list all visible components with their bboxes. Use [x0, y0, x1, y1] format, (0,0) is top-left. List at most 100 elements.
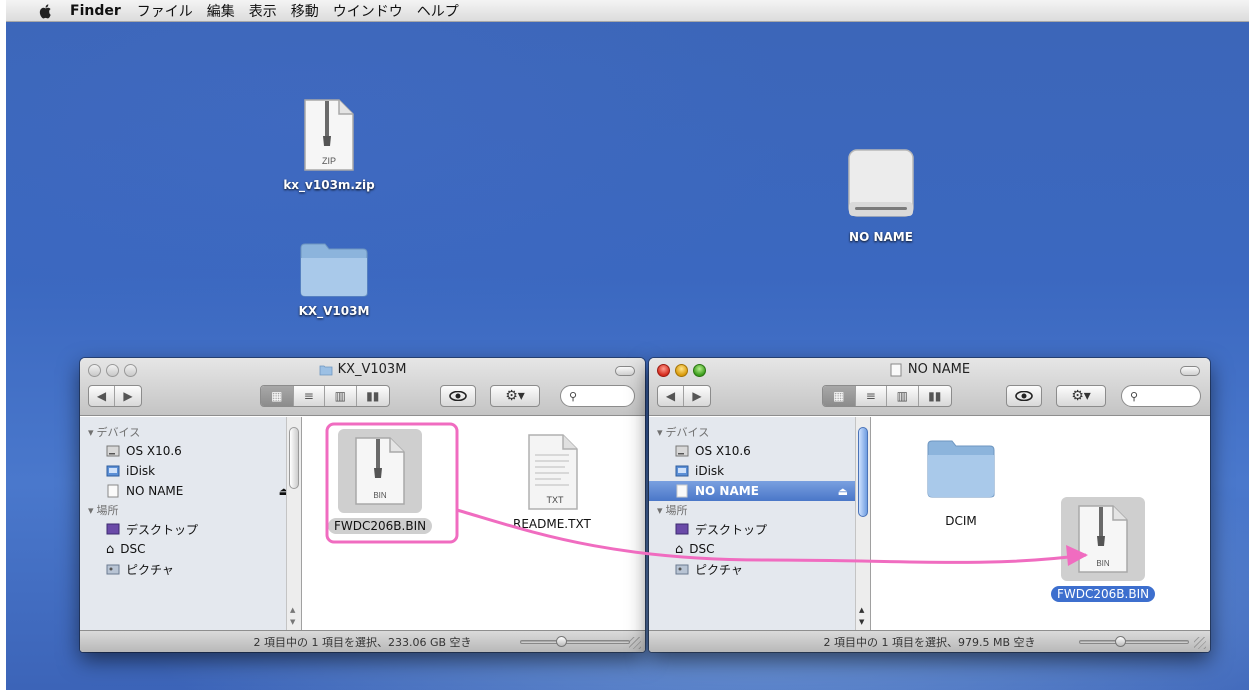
scroll-down-arrow-icon[interactable]: ▼ [290, 618, 295, 626]
view-mode-buttons[interactable]: ▦ ≡ ▥ ▮▮ [260, 385, 390, 407]
menu-file[interactable]: ファイル [137, 1, 193, 21]
finder-window-no-name[interactable]: NO NAME ◀ ▶ ▦ ≡ ▥ ▮▮ ⚙▾ ⚲ ▾ デバイス OS X10.… [649, 358, 1210, 652]
slider-knob[interactable] [556, 636, 567, 647]
list-view-icon[interactable]: ≡ [856, 386, 888, 406]
desktop-folder-icon [106, 523, 120, 535]
resize-grip-icon[interactable] [629, 637, 641, 649]
zip-badge: ZIP [322, 156, 336, 166]
view-mode-buttons[interactable]: ▦ ≡ ▥ ▮▮ [822, 385, 952, 407]
sidebar-item-label: OS X10.6 [126, 444, 182, 458]
menu-help[interactable]: ヘルプ [417, 1, 459, 21]
list-view-icon[interactable]: ≡ [294, 386, 326, 406]
file-browser-content[interactable]: DCIM BIN FWDC206B.BIN [871, 417, 1210, 630]
sidebar-header-places[interactable]: ▾ 場所 [649, 501, 870, 519]
file-browser-content[interactable]: BIN FWDC206B.BIN TXT README.TXT [302, 417, 645, 630]
back-forward-buttons[interactable]: ◀ ▶ [88, 385, 142, 407]
back-arrow-icon[interactable]: ◀ [658, 386, 685, 406]
slider-knob[interactable] [1115, 636, 1126, 647]
sidebar-item-idisk[interactable]: iDisk [80, 461, 301, 481]
sidebar-item-desktop[interactable]: デスクトップ [80, 519, 301, 539]
sidebar-item-dsc[interactable]: ⌂ DSC [649, 539, 870, 559]
sidebar-item-os[interactable]: OS X10.6 [649, 441, 870, 461]
scroll-up-arrow-icon[interactable]: ▲ [290, 606, 295, 614]
sidebar-item-pictures[interactable]: ピクチャ [649, 559, 870, 579]
desktop-folder-icon [675, 523, 689, 535]
quicklook-button[interactable] [440, 385, 476, 407]
back-arrow-icon[interactable]: ◀ [89, 386, 116, 406]
forward-arrow-icon[interactable]: ▶ [115, 386, 141, 406]
file-item-readme[interactable]: TXT README.TXT [507, 431, 597, 532]
column-view-icon[interactable]: ▥ [887, 386, 919, 406]
icon-size-slider[interactable] [520, 636, 630, 647]
desktop: Finder ファイル 編集 表示 移動 ウインドウ ヘルプ ZIP kx_v1… [6, 0, 1249, 690]
column-view-icon[interactable]: ▥ [325, 386, 357, 406]
gear-icon: ⚙▾ [505, 388, 525, 404]
external-drive-icon [676, 484, 688, 498]
scroll-down-arrow-icon[interactable]: ▼ [859, 618, 864, 626]
search-icon: ⚲ [1130, 389, 1139, 403]
sidebar-item-dsc[interactable]: ⌂ DSC [80, 539, 301, 559]
menu-window[interactable]: ウインドウ [333, 1, 403, 21]
file-item-bin[interactable]: BIN FWDC206B.BIN [328, 429, 433, 534]
icon-view-icon[interactable]: ▦ [261, 386, 294, 406]
icon-size-slider[interactable] [1079, 636, 1189, 647]
finder-window-kx[interactable]: KX_V103M ◀ ▶ ▦ ≡ ▥ ▮▮ ⚙▾ ⚲ ▾ デバイス OS X10… [80, 358, 645, 652]
quicklook-button[interactable] [1006, 385, 1042, 407]
search-field[interactable]: ⚲ [1121, 385, 1201, 407]
apple-menu-icon[interactable] [38, 3, 54, 19]
folder-icon [300, 243, 368, 297]
sidebar-item-no-name[interactable]: NO NAME ⏏ [649, 481, 870, 501]
file-icon-selected-bg: BIN [1061, 497, 1146, 581]
sidebar-item-label: iDisk [695, 464, 725, 478]
desktop-volume[interactable]: NO NAME [826, 148, 936, 244]
folder-icon [927, 440, 995, 498]
idisk-icon [106, 465, 120, 477]
sidebar-header-label: デバイス [96, 426, 141, 439]
sidebar-header-devices[interactable]: ▾ デバイス [80, 423, 301, 441]
file-name: README.TXT [513, 517, 591, 531]
desktop-zip-file[interactable]: ZIP kx_v103m.zip [274, 98, 384, 192]
action-menu-button[interactable]: ⚙▾ [490, 385, 540, 407]
sidebar-header-label: 場所 [96, 504, 119, 517]
coverflow-view-icon[interactable]: ▮▮ [357, 386, 389, 406]
menu-edit[interactable]: 編集 [207, 1, 235, 21]
sidebar-scrollbar[interactable]: ▲ ▼ [855, 417, 870, 630]
sidebar-item-desktop[interactable]: デスクトップ [649, 519, 870, 539]
sidebar-item-no-name[interactable]: NO NAME ⏏ [80, 481, 301, 501]
sidebar-item-label: NO NAME [695, 484, 759, 498]
back-forward-buttons[interactable]: ◀ ▶ [657, 385, 711, 407]
window-title-text: KX_V103M [337, 362, 407, 377]
sidebar-item-label: デスクトップ [695, 522, 768, 537]
window-titlebar[interactable]: KX_V103M ◀ ▶ ▦ ≡ ▥ ▮▮ ⚙▾ ⚲ [80, 358, 645, 416]
resize-grip-icon[interactable] [1194, 637, 1206, 649]
pictures-folder-icon [106, 564, 120, 575]
desktop-folder[interactable]: KX_V103M [284, 240, 384, 318]
sidebar-header-places[interactable]: ▾ 場所 [80, 501, 301, 519]
scroll-up-arrow-icon[interactable]: ▲ [859, 606, 864, 614]
eject-icon[interactable]: ⏏ [838, 485, 848, 498]
menu-finder[interactable]: Finder [70, 3, 121, 19]
sidebar-item-pictures[interactable]: ピクチャ [80, 559, 301, 579]
window-titlebar[interactable]: NO NAME ◀ ▶ ▦ ≡ ▥ ▮▮ ⚙▾ ⚲ [649, 358, 1210, 416]
sidebar-item-os[interactable]: OS X10.6 [80, 441, 301, 461]
sidebar-scrollbar[interactable]: ▲ ▼ [286, 417, 301, 630]
search-field[interactable]: ⚲ [560, 385, 635, 407]
sidebar-item-idisk[interactable]: iDisk [649, 461, 870, 481]
menu-go[interactable]: 移動 [291, 1, 319, 21]
sidebar-header-devices[interactable]: ▾ デバイス [649, 423, 870, 441]
folder-icon [319, 365, 332, 375]
eye-icon [1015, 391, 1033, 401]
forward-arrow-icon[interactable]: ▶ [684, 386, 710, 406]
menu-view[interactable]: 表示 [249, 1, 277, 21]
desktop-folder-label: KX_V103M [298, 304, 370, 318]
toolbar-toggle-button[interactable] [615, 366, 635, 376]
scrollbar-thumb[interactable] [858, 427, 868, 517]
scrollbar-thumb[interactable] [289, 427, 299, 489]
file-item-bin[interactable]: BIN FWDC206B.BIN [1051, 497, 1156, 602]
file-item-dcim[interactable]: DCIM [926, 437, 996, 529]
action-menu-button[interactable]: ⚙▾ [1056, 385, 1106, 407]
coverflow-view-icon[interactable]: ▮▮ [919, 386, 951, 406]
file-name: FWDC206B.BIN [1051, 586, 1156, 602]
icon-view-icon[interactable]: ▦ [823, 386, 856, 406]
toolbar-toggle-button[interactable] [1180, 366, 1200, 376]
